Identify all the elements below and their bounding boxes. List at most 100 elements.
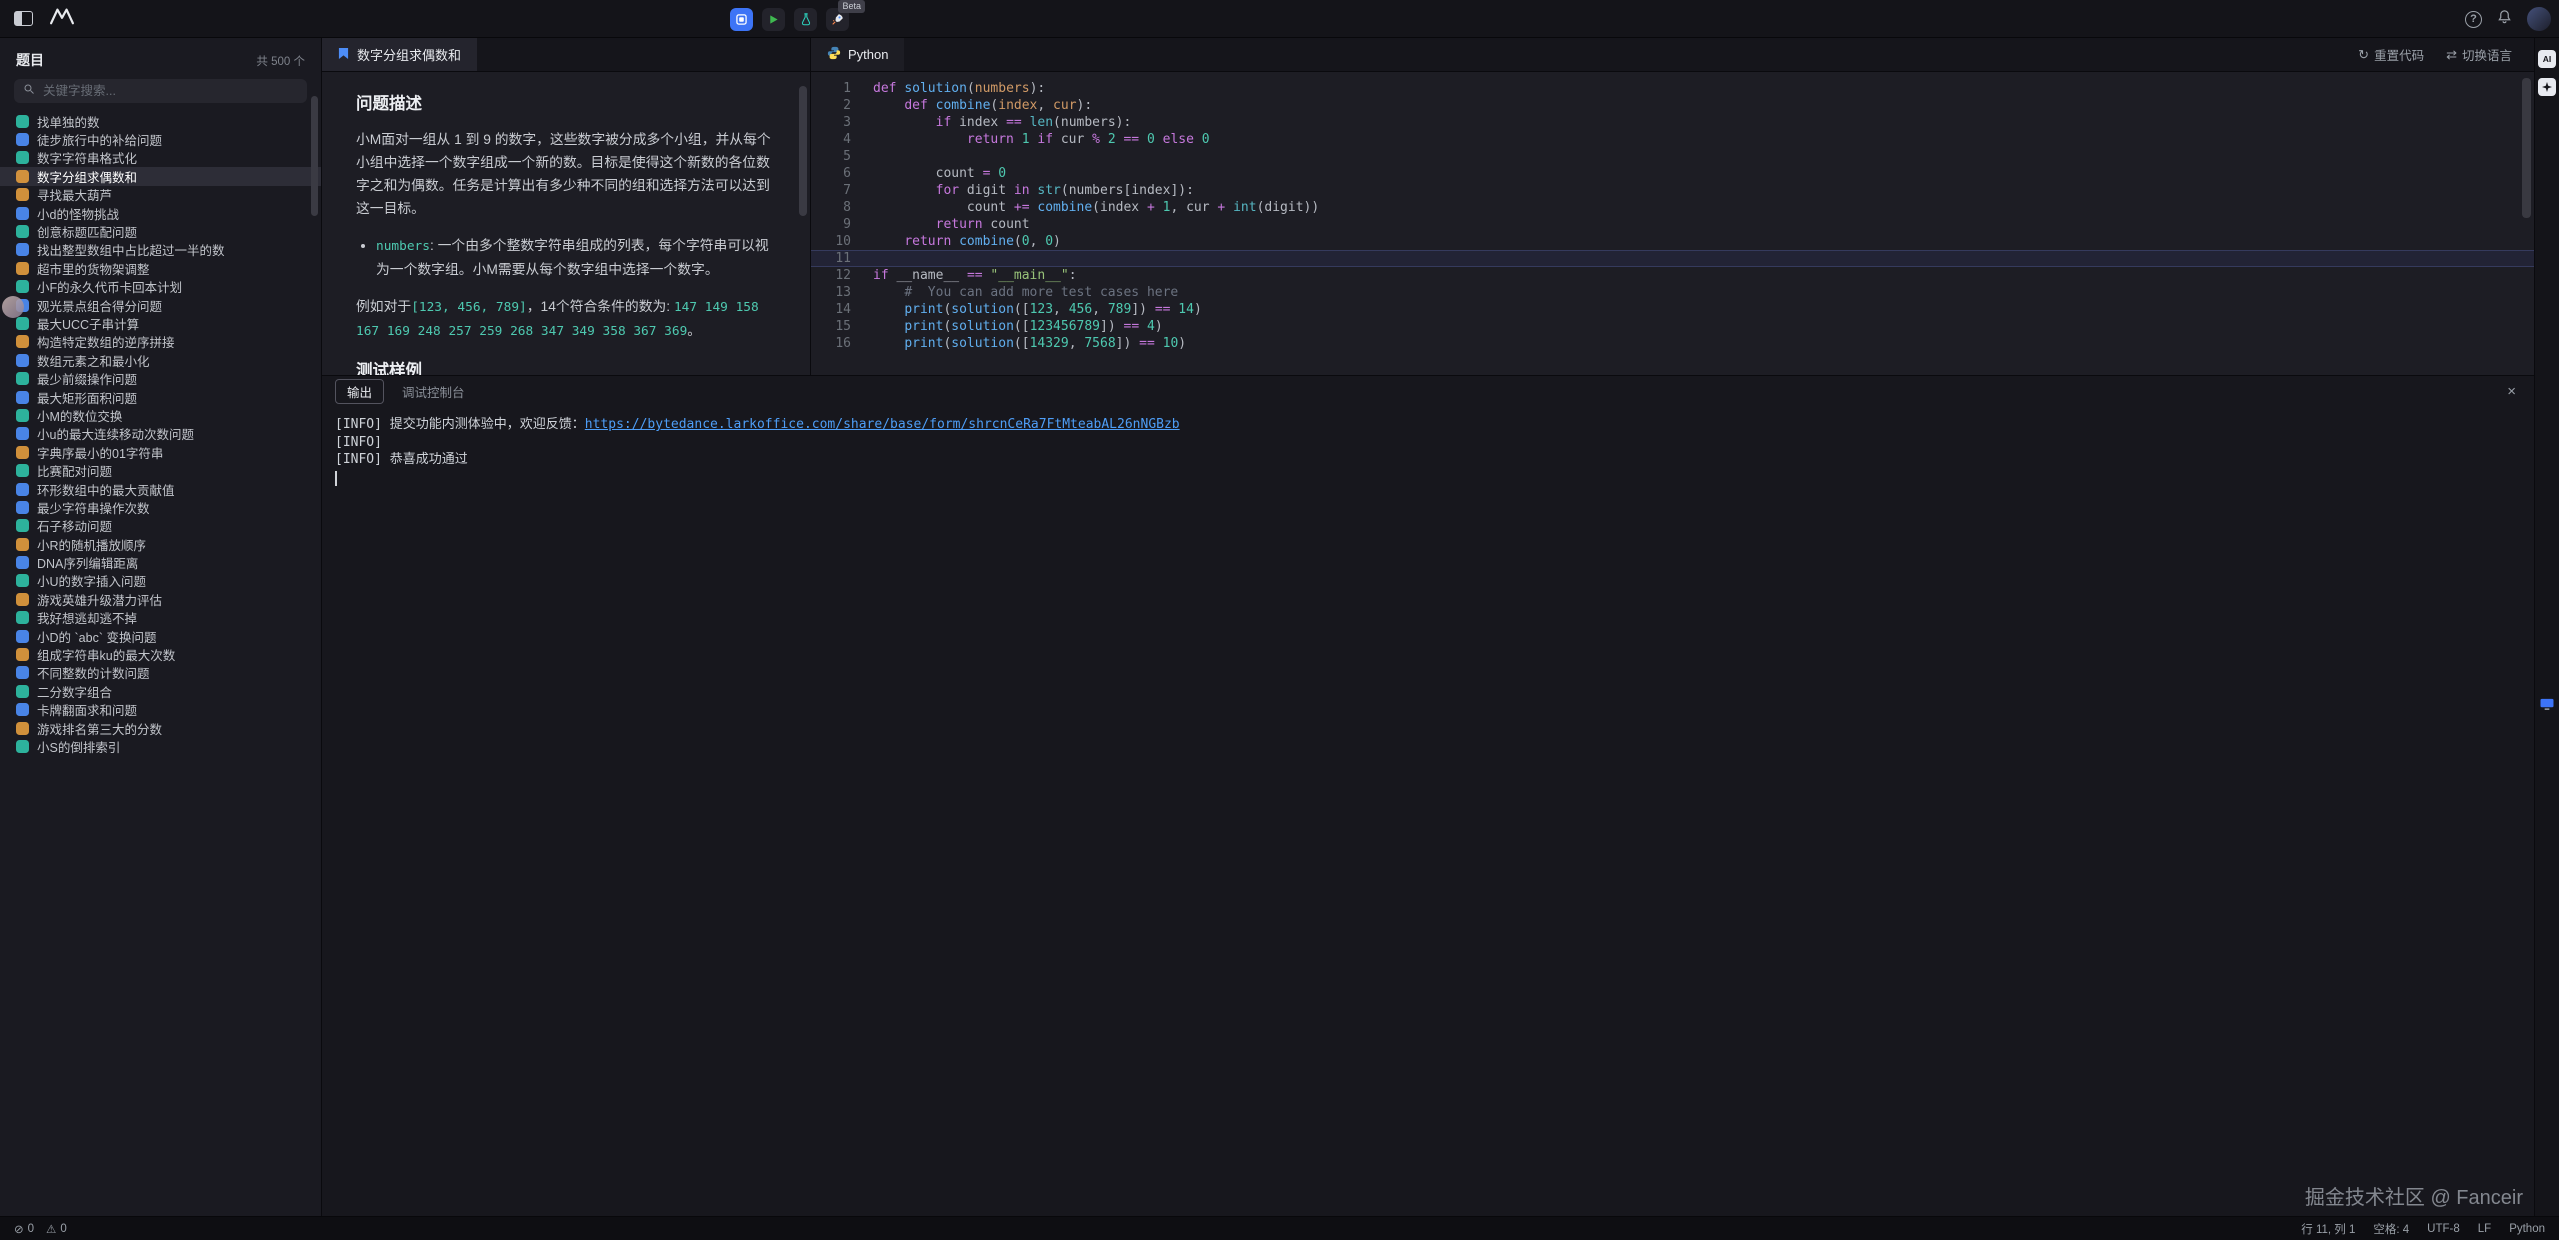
problem-difficulty-icon [16,207,29,220]
problem-list-item[interactable]: 小D的 `abc` 变换问题 [0,627,321,645]
status-item[interactable]: 行 11, 列 1 [2301,1221,2355,1237]
console-output[interactable]: [INFO] 提交功能内测体验中，欢迎反馈：https://bytedance.… [322,407,2534,495]
problem-list-item[interactable]: 构造特定数组的逆序拼接 [0,333,321,351]
code-line[interactable]: 5 [811,148,2534,165]
notifications-bell-icon[interactable] [2497,9,2512,29]
code-line[interactable]: 2 def combine(index, cur): [811,97,2534,114]
reset-code-button[interactable]: ↻ 重置代码 [2358,45,2424,64]
code-line[interactable]: 12if __name__ == "__main__": [811,267,2534,284]
problem-list-item[interactable]: 卡牌翻面求和问题 [0,701,321,719]
editor-scrollbar[interactable] [2522,78,2531,218]
tab-output[interactable]: 输出 [335,379,384,404]
run-button[interactable] [762,8,785,31]
problem-list-item[interactable]: 字典序最小的01字符串 [0,443,321,461]
problem-list-item[interactable]: 观光景点组合得分问题 [0,296,321,314]
problem-list-item[interactable]: 找单独的数 [0,112,321,130]
sparkle-tool-button[interactable] [2538,78,2556,96]
problem-list-item[interactable]: 数字字符串格式化 [0,149,321,167]
submit-button[interactable]: Beta [826,8,849,31]
sidebar-toggle-icon[interactable] [14,11,33,26]
problem-list-item[interactable]: 小S的倒排索引 [0,737,321,755]
remote-monitor-icon[interactable] [2540,698,2555,716]
problem-list-item[interactable]: 小R的随机播放顺序 [0,535,321,553]
language-tab[interactable]: Python [811,38,904,71]
problem-list-item[interactable]: 最大UCC子串计算 [0,314,321,332]
problem-list-item[interactable]: 不同整数的计数问题 [0,664,321,682]
problem-list-item[interactable]: DNA序列编辑距离 [0,553,321,571]
example-text: 例如对于 [356,299,411,314]
code-area[interactable]: 1def solution(numbers):2 def combine(ind… [811,72,2534,375]
search-box[interactable] [14,79,307,103]
problem-difficulty-icon [16,391,29,404]
problem-list-item[interactable]: 石子移动问题 [0,517,321,535]
code-line[interactable]: 3 if index == len(numbers): [811,114,2534,131]
floating-assistant-avatar[interactable] [2,296,24,318]
problem-list-item[interactable]: 小M的数位交换 [0,406,321,424]
problem-list-item[interactable]: 组成字符串ku的最大次数 [0,645,321,663]
tab-debug-console[interactable]: 调试控制台 [402,382,465,401]
problem-list-item[interactable]: 超市里的货物架调整 [0,259,321,277]
problem-list-item[interactable]: 小u的最大连续移动次数问题 [0,425,321,443]
problem-item-label: 卡牌翻面求和问题 [37,701,137,719]
reset-icon: ↻ [2358,47,2369,63]
errors-status[interactable]: ⊘ 0 [14,1222,34,1236]
console-feedback-link[interactable]: https://bytedance.larkoffice.com/share/b… [585,417,1180,432]
problem-difficulty-icon [16,464,29,477]
problem-item-label: 数字字符串格式化 [37,149,137,167]
problem-list-item[interactable]: 比赛配对问题 [0,461,321,479]
app-logo-icon[interactable] [49,6,75,31]
problem-difficulty-icon [16,446,29,459]
code-line[interactable]: 4 return 1 if cur % 2 == 0 else 0 [811,131,2534,148]
problem-item-label: 最少字符串操作次数 [37,498,150,516]
problem-tab[interactable]: 数字分组求偶数和 [322,38,477,71]
problem-scrollbar[interactable] [799,86,807,216]
help-icon[interactable]: ? [2465,11,2482,28]
problem-list-item[interactable]: 环形数组中的最大贡献值 [0,480,321,498]
format-button[interactable] [730,8,753,31]
code-line[interactable]: 1def solution(numbers): [811,80,2534,97]
switch-language-button[interactable]: ⇄ 切换语言 [2446,45,2512,64]
problem-list-item[interactable]: 游戏英雄升级潜力评估 [0,590,321,608]
code-line[interactable]: 7 for digit in str(numbers[index]): [811,182,2534,199]
status-item[interactable]: UTF-8 [2427,1223,2460,1235]
example-text-end: 。 [687,323,701,338]
code-line[interactable]: 9 return count [811,216,2534,233]
problem-list-item[interactable]: 小F的永久代币卡回本计划 [0,278,321,296]
problem-list-item[interactable]: 找出整型数组中占比超过一半的数 [0,241,321,259]
code-line[interactable]: 11 [811,250,2534,267]
ai-assistant-button[interactable]: AI [2538,50,2556,68]
warnings-status[interactable]: ⚠ 0 [46,1222,67,1236]
code-line[interactable]: 13 # You can add more test cases here [811,284,2534,301]
problem-list-item[interactable]: 小U的数字插入问题 [0,572,321,590]
sidebar-scrollbar[interactable] [311,96,318,216]
console-close-icon[interactable]: × [2507,383,2516,400]
search-input[interactable] [41,83,298,99]
code-line[interactable]: 6 count = 0 [811,165,2534,182]
status-item[interactable]: 空格: 4 [2373,1221,2409,1237]
problem-list-item[interactable]: 徒步旅行中的补给问题 [0,130,321,148]
user-avatar[interactable] [2527,7,2551,31]
status-item[interactable]: Python [2509,1223,2545,1235]
problem-list-item[interactable]: 创意标题匹配问题 [0,222,321,240]
problem-list-item[interactable]: 寻找最大葫芦 [0,186,321,204]
code-line[interactable]: 8 count += combine(index + 1, cur + int(… [811,199,2534,216]
status-item[interactable]: LF [2478,1223,2491,1235]
code-line[interactable]: 14 print(solution([123, 456, 789]) == 14… [811,301,2534,318]
code-line[interactable]: 16 print(solution([14329, 7568]) == 10) [811,335,2534,352]
problem-list-item[interactable]: 小d的怪物挑战 [0,204,321,222]
problem-item-label: 超市里的货物架调整 [37,259,150,277]
error-count: 0 [28,1223,34,1235]
problem-list-item[interactable]: 我好想逃却逃不掉 [0,609,321,627]
problem-list-item[interactable]: 二分数字组合 [0,682,321,700]
problem-difficulty-icon [16,483,29,496]
problem-list-item[interactable]: 数组元素之和最小化 [0,351,321,369]
code-line[interactable]: 15 print(solution([123456789]) == 4) [811,318,2534,335]
problem-list-item[interactable]: 最少字符串操作次数 [0,498,321,516]
problem-list-item[interactable]: 最大矩形面积问题 [0,388,321,406]
problem-list-item[interactable]: 游戏排名第三大的分数 [0,719,321,737]
problem-list-item[interactable]: 最少前缀操作问题 [0,369,321,387]
app-root: Beta ? 题目 共 500 个 找单独的数徒步旅行中的补给问题数字字符串格式… [0,0,2559,1240]
test-button[interactable] [794,8,817,31]
code-line[interactable]: 10 return combine(0, 0) [811,233,2534,250]
problem-list-item[interactable]: 数字分组求偶数和 [0,167,321,185]
